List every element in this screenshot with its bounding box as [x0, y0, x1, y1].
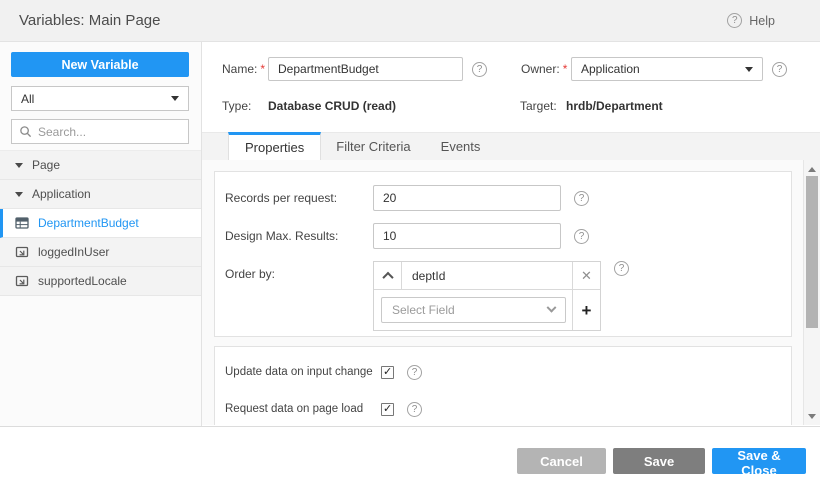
- variable-summary: Name:* Owner:* Application Type: Da: [202, 42, 820, 114]
- records-per-request-input[interactable]: [373, 185, 561, 211]
- records-per-request-help-icon[interactable]: [574, 190, 589, 206]
- filter-select-value: All: [21, 91, 35, 106]
- variables-dialog: Variables: Main Page Help New Variable A…: [0, 0, 820, 488]
- variable-filter-select[interactable]: All: [11, 86, 189, 111]
- order-by-help-icon[interactable]: [614, 261, 629, 276]
- tab-properties[interactable]: Properties: [228, 132, 322, 160]
- variables-tree: Page Application DepartmentBudget logged…: [0, 150, 201, 296]
- design-max-results-input[interactable]: [373, 223, 561, 249]
- triangle-up-icon: [808, 166, 816, 172]
- required-marker: *: [562, 62, 568, 76]
- request-on-page-load-label: Request data on page load: [225, 403, 364, 415]
- owner-help-icon[interactable]: [772, 61, 787, 77]
- add-field-row: Select Field +: [374, 290, 600, 330]
- variables-sidebar: New Variable All Page Application: [0, 42, 202, 426]
- tree-group-application[interactable]: Application: [0, 180, 201, 209]
- help-label: Help: [749, 13, 775, 28]
- detail-tabs: Properties Filter Criteria Events: [202, 132, 820, 160]
- help-link[interactable]: Help: [727, 13, 775, 28]
- update-data-checkbox[interactable]: [381, 365, 394, 379]
- plus-icon: +: [581, 300, 592, 320]
- save-button[interactable]: Save: [613, 448, 705, 474]
- name-input[interactable]: [268, 57, 463, 81]
- name-label: Name: *: [222, 62, 266, 76]
- close-icon: ✕: [581, 268, 592, 283]
- chevron-up-icon: [381, 271, 394, 283]
- help-icon: [727, 13, 743, 28]
- title-bar: Variables: Main Page Help: [0, 0, 820, 42]
- tree-group-label: Application: [32, 187, 91, 201]
- chevron-down-icon: [546, 302, 557, 313]
- dialog-footer: Cancel Save Save & Close: [0, 426, 820, 488]
- tree-item-label: DepartmentBudget: [38, 216, 139, 230]
- save-close-button[interactable]: Save & Close: [712, 448, 806, 478]
- target-label: Target:: [520, 99, 557, 113]
- chevron-down-icon: [745, 66, 753, 72]
- request-on-page-load-row: Request data on page load: [225, 397, 791, 421]
- vertical-scrollbar[interactable]: [803, 160, 820, 425]
- design-max-results-row: Design Max. Results:: [225, 223, 791, 249]
- order-by-label: Order by:: [225, 267, 276, 281]
- chevron-down-icon: [171, 96, 179, 101]
- name-owner-row: Name:* Owner:* Application: [222, 57, 820, 81]
- select-field-dropdown[interactable]: Select Field: [381, 297, 566, 323]
- database-variable-icon: [15, 216, 29, 230]
- tab-filter-criteria[interactable]: Filter Criteria: [321, 133, 425, 160]
- design-max-results-help-icon[interactable]: [574, 228, 589, 244]
- order-by-field-row: ✕: [374, 262, 600, 290]
- static-variable-icon: [15, 274, 29, 288]
- tree-item-loggedinuser[interactable]: loggedInUser: [0, 238, 201, 267]
- scroll-up-button[interactable]: [804, 162, 820, 176]
- remove-field-button[interactable]: ✕: [572, 262, 600, 289]
- triangle-down-icon: [808, 413, 816, 419]
- type-target-row: Type: Database CRUD (read) Target: hrdb/…: [222, 98, 820, 114]
- records-per-request-label: Records per request:: [225, 191, 338, 205]
- order-by-field-input[interactable]: [402, 262, 572, 289]
- design-max-results-label: Design Max. Results:: [225, 229, 339, 243]
- variable-detail-panel: Name:* Owner:* Application Type: Da: [202, 42, 820, 426]
- update-on-input-change-row: Update data on input change: [225, 360, 791, 384]
- required-marker: *: [260, 62, 266, 76]
- request-settings-card: Records per request: Design Max. Results…: [214, 171, 792, 337]
- order-by-row: Order by: ✕: [225, 261, 791, 331]
- new-variable-button[interactable]: New Variable: [11, 52, 189, 77]
- scrollbar-thumb[interactable]: [806, 176, 818, 328]
- owner-select[interactable]: Application: [571, 57, 763, 81]
- tree-item-supportedlocale[interactable]: supportedLocale: [0, 267, 201, 296]
- scroll-down-button[interactable]: [804, 409, 820, 423]
- name-help-icon[interactable]: [472, 61, 487, 77]
- data-behavior-card: Update data on input change Request data…: [214, 346, 792, 425]
- search-input[interactable]: [38, 124, 181, 139]
- type-value: Database CRUD (read): [268, 99, 397, 113]
- tree-item-departmentbudget[interactable]: DepartmentBudget: [0, 209, 201, 238]
- update-on-input-change-label: Update data on input change: [225, 366, 373, 378]
- update-data-help-icon[interactable]: [407, 364, 422, 380]
- select-field-placeholder: Select Field: [392, 303, 455, 317]
- records-per-request-row: Records per request:: [225, 185, 791, 211]
- type-label: Type:: [222, 99, 252, 113]
- dialog-body: New Variable All Page Application: [0, 42, 820, 426]
- sort-direction-button[interactable]: [374, 262, 402, 289]
- tree-item-label: supportedLocale: [38, 274, 127, 288]
- page-title: Variables: Main Page: [19, 12, 161, 29]
- search-icon: [19, 125, 33, 139]
- request-data-checkbox[interactable]: [381, 402, 394, 416]
- add-field-button[interactable]: +: [572, 290, 600, 330]
- tab-events[interactable]: Events: [426, 133, 496, 160]
- caret-down-icon: [15, 191, 23, 197]
- select-field-wrap: Select Field: [374, 290, 572, 330]
- target-value: hrdb/Department: [566, 99, 663, 113]
- tree-item-label: loggedInUser: [38, 245, 110, 259]
- request-data-help-icon[interactable]: [407, 401, 422, 417]
- search-box: [11, 119, 189, 144]
- tree-group-page[interactable]: Page: [0, 151, 201, 180]
- owner-label: Owner: *: [521, 62, 568, 76]
- owner-select-value: Application: [581, 62, 640, 76]
- order-by-group: ✕ Select Field: [373, 261, 601, 331]
- tree-group-label: Page: [32, 158, 61, 172]
- properties-scroll-area: Records per request: Design Max. Results…: [202, 160, 820, 425]
- caret-down-icon: [15, 162, 23, 168]
- cancel-button[interactable]: Cancel: [517, 448, 606, 474]
- static-variable-icon: [15, 245, 29, 259]
